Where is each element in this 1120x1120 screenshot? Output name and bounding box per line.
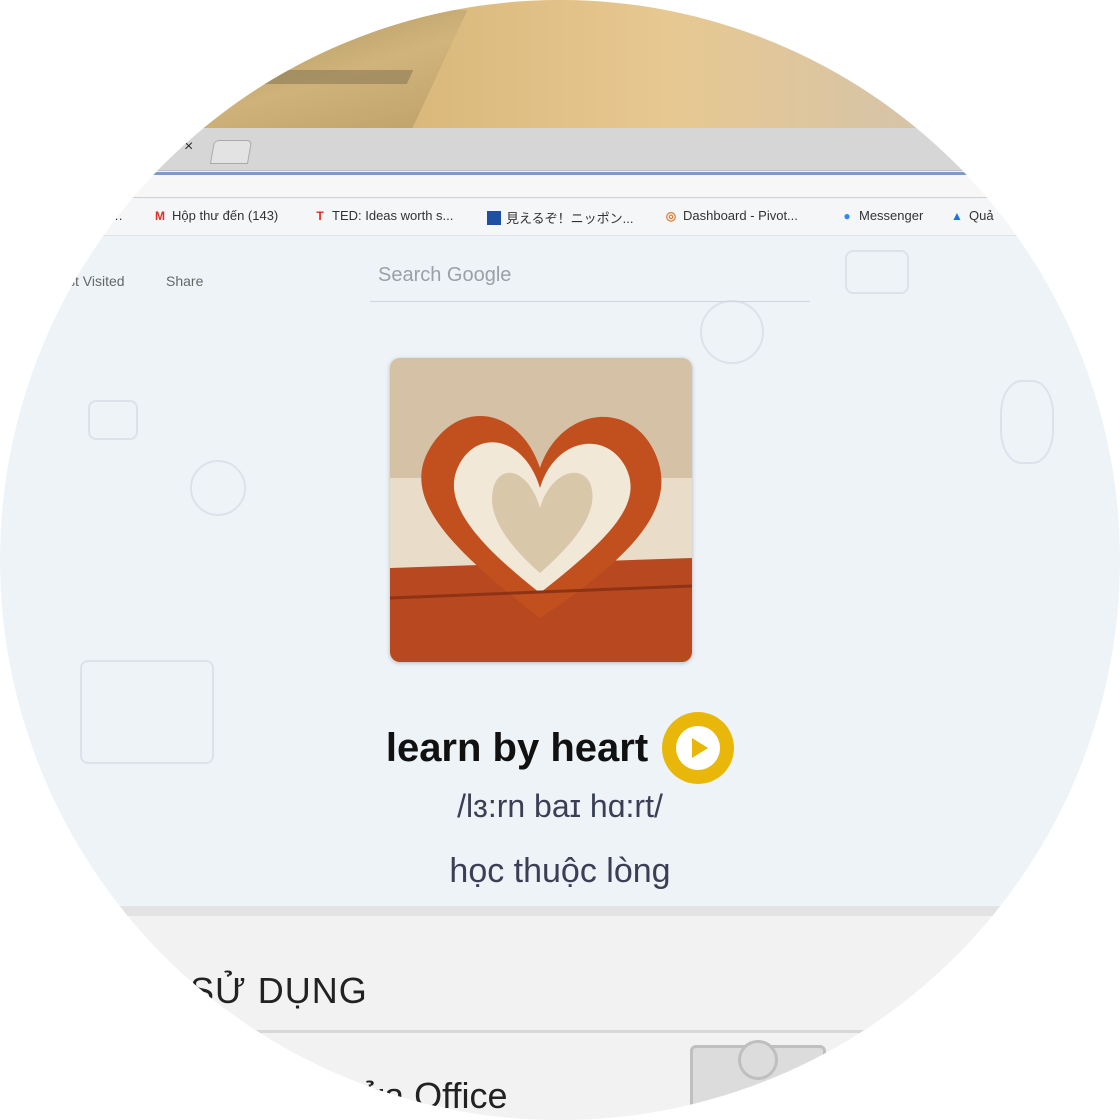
tab-close-button[interactable]: × <box>184 138 193 156</box>
book-spine <box>156 70 414 84</box>
share-tab[interactable]: Share <box>166 273 203 289</box>
pivotal-icon: ◎ <box>665 208 677 223</box>
puzzle-knob <box>738 1040 778 1080</box>
section-title: SỬ DỤNG <box>190 970 368 1011</box>
bookmark-messenger[interactable]: ● Messenger <box>840 208 923 223</box>
search-box <box>370 255 810 302</box>
bookmark-label: TED: Ideas worth s... <box>332 208 454 223</box>
play-audio-button[interactable] <box>662 712 735 784</box>
bookmark-label: Dashboard - Pivot... <box>683 208 798 223</box>
bookmark-truncated[interactable]: … <box>110 208 123 223</box>
messenger-icon: ● <box>843 208 851 223</box>
bookmark-label: Messenger <box>859 208 924 223</box>
doodle-globe-icon <box>1000 380 1054 464</box>
flashcard-meaning: học thuộc lòng <box>449 852 671 890</box>
bookmark-adwords[interactable]: ▲ Quả <box>950 208 994 223</box>
bookmark-label: 見えるぞ！ニッポン... <box>506 211 634 226</box>
bookmark-pivotal[interactable]: ◎ Dashboard - Pivot... <box>664 208 798 223</box>
heart-book-image <box>390 358 692 662</box>
active-tab-indicator <box>150 172 970 175</box>
page-divider <box>120 906 1000 916</box>
new-tab-button[interactable] <box>209 140 253 164</box>
page-content <box>0 906 1120 1120</box>
most-visited-tab[interactable]: st Visited <box>68 273 125 289</box>
doodle-clock-icon <box>190 460 246 516</box>
office-item[interactable]: ửa Office <box>360 1075 508 1117</box>
flashcard-word-row: learn by heart <box>0 712 1120 784</box>
ted-icon: T <box>316 208 324 223</box>
gmail-icon: M <box>155 208 165 223</box>
flashcard-word: learn by heart <box>385 725 649 770</box>
bookmark-ted[interactable]: T TED: Ideas worth s... <box>313 208 453 223</box>
banner-photo <box>0 0 1120 128</box>
adwords-icon: ▲ <box>951 208 963 223</box>
tab-strip: × <box>0 128 1120 171</box>
bookmark-label: Quả <box>969 208 994 223</box>
doodle-book2-icon <box>845 250 909 294</box>
book-image <box>122 10 468 128</box>
browser-toolbar <box>0 175 1120 198</box>
bookmark-label: Hộp thư đến (143) <box>172 208 279 223</box>
heart-book-picture <box>390 358 692 662</box>
bookmarks-bar: … M Hộp thư đến (143) T TED: Ideas worth… <box>0 199 1120 236</box>
zoomed-screenshot: × … M Hộp thư đến (143) T TED: Ideas wor… <box>0 0 1120 1120</box>
flashcard-ipa: /lɜ:rn baɪ hɑ:rt/ <box>457 788 663 824</box>
search-input[interactable] <box>370 255 810 295</box>
doodle-brain-icon <box>700 300 764 364</box>
section-separator <box>120 1030 1000 1033</box>
bookmark-nippon[interactable]: 見えるぞ！ニッポン... <box>487 208 633 227</box>
flag-icon <box>487 210 501 225</box>
doodle-folder-icon <box>88 400 138 440</box>
bookmark-gmail[interactable]: M Hộp thư đến (143) <box>153 208 278 223</box>
play-icon <box>676 726 721 770</box>
